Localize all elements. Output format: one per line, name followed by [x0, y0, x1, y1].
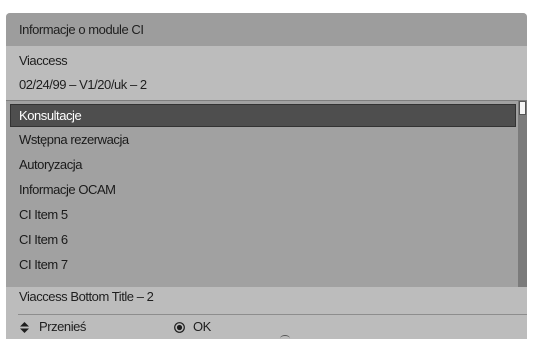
ci-module-dialog: Informacje o module CI Viaccess 02/24/99…	[6, 13, 527, 339]
menu-item-ci-item-7[interactable]: CI Item 7	[6, 253, 516, 276]
menu-item-label: Wstępna rezerwacja	[19, 132, 129, 147]
dialog-title-bar: Informacje o module CI	[6, 13, 527, 46]
legend-ok-label: OK	[193, 319, 211, 334]
up-down-arrows-icon	[20, 322, 29, 333]
ci-provider-name: Viaccess	[19, 53, 68, 68]
ci-menu-list[interactable]: Konsultacje Wstępna rezerwacja Autoryzac…	[6, 101, 527, 287]
menu-item-label: CI Item 7	[19, 257, 68, 272]
menu-item-ci-item-6[interactable]: CI Item 6	[6, 228, 516, 251]
ci-version-info: 02/24/99 – V1/20/uk – 2	[19, 77, 147, 92]
menu-item-label: CI Item 6	[19, 232, 68, 247]
menu-item-ci-item-5[interactable]: CI Item 5	[6, 203, 516, 226]
menu-item-autoryzacja[interactable]: Autoryzacja	[6, 153, 516, 176]
bottom-title: Viaccess Bottom Title – 2	[19, 289, 154, 304]
menu-item-label: Autoryzacja	[19, 157, 82, 172]
divider	[18, 314, 527, 315]
list-scrollbar[interactable]	[518, 101, 527, 287]
menu-item-label: Informacje OCAM	[19, 182, 116, 197]
ok-button-icon	[174, 322, 185, 333]
menu-item-label: Konsultacje	[19, 108, 82, 123]
menu-item-wstepna-rezerwacja[interactable]: Wstępna rezerwacja	[6, 128, 516, 151]
menu-item-label: CI Item 5	[19, 207, 68, 222]
menu-item-informacje-ocam[interactable]: Informacje OCAM	[6, 178, 516, 201]
scrollbar-thumb[interactable]	[519, 101, 526, 115]
menu-item-konsultacje[interactable]: Konsultacje	[10, 104, 516, 127]
bottom-arc-decoration	[280, 335, 290, 339]
dialog-title: Informacje o module CI	[19, 22, 144, 37]
legend-move-label: Przenieś	[39, 319, 86, 334]
